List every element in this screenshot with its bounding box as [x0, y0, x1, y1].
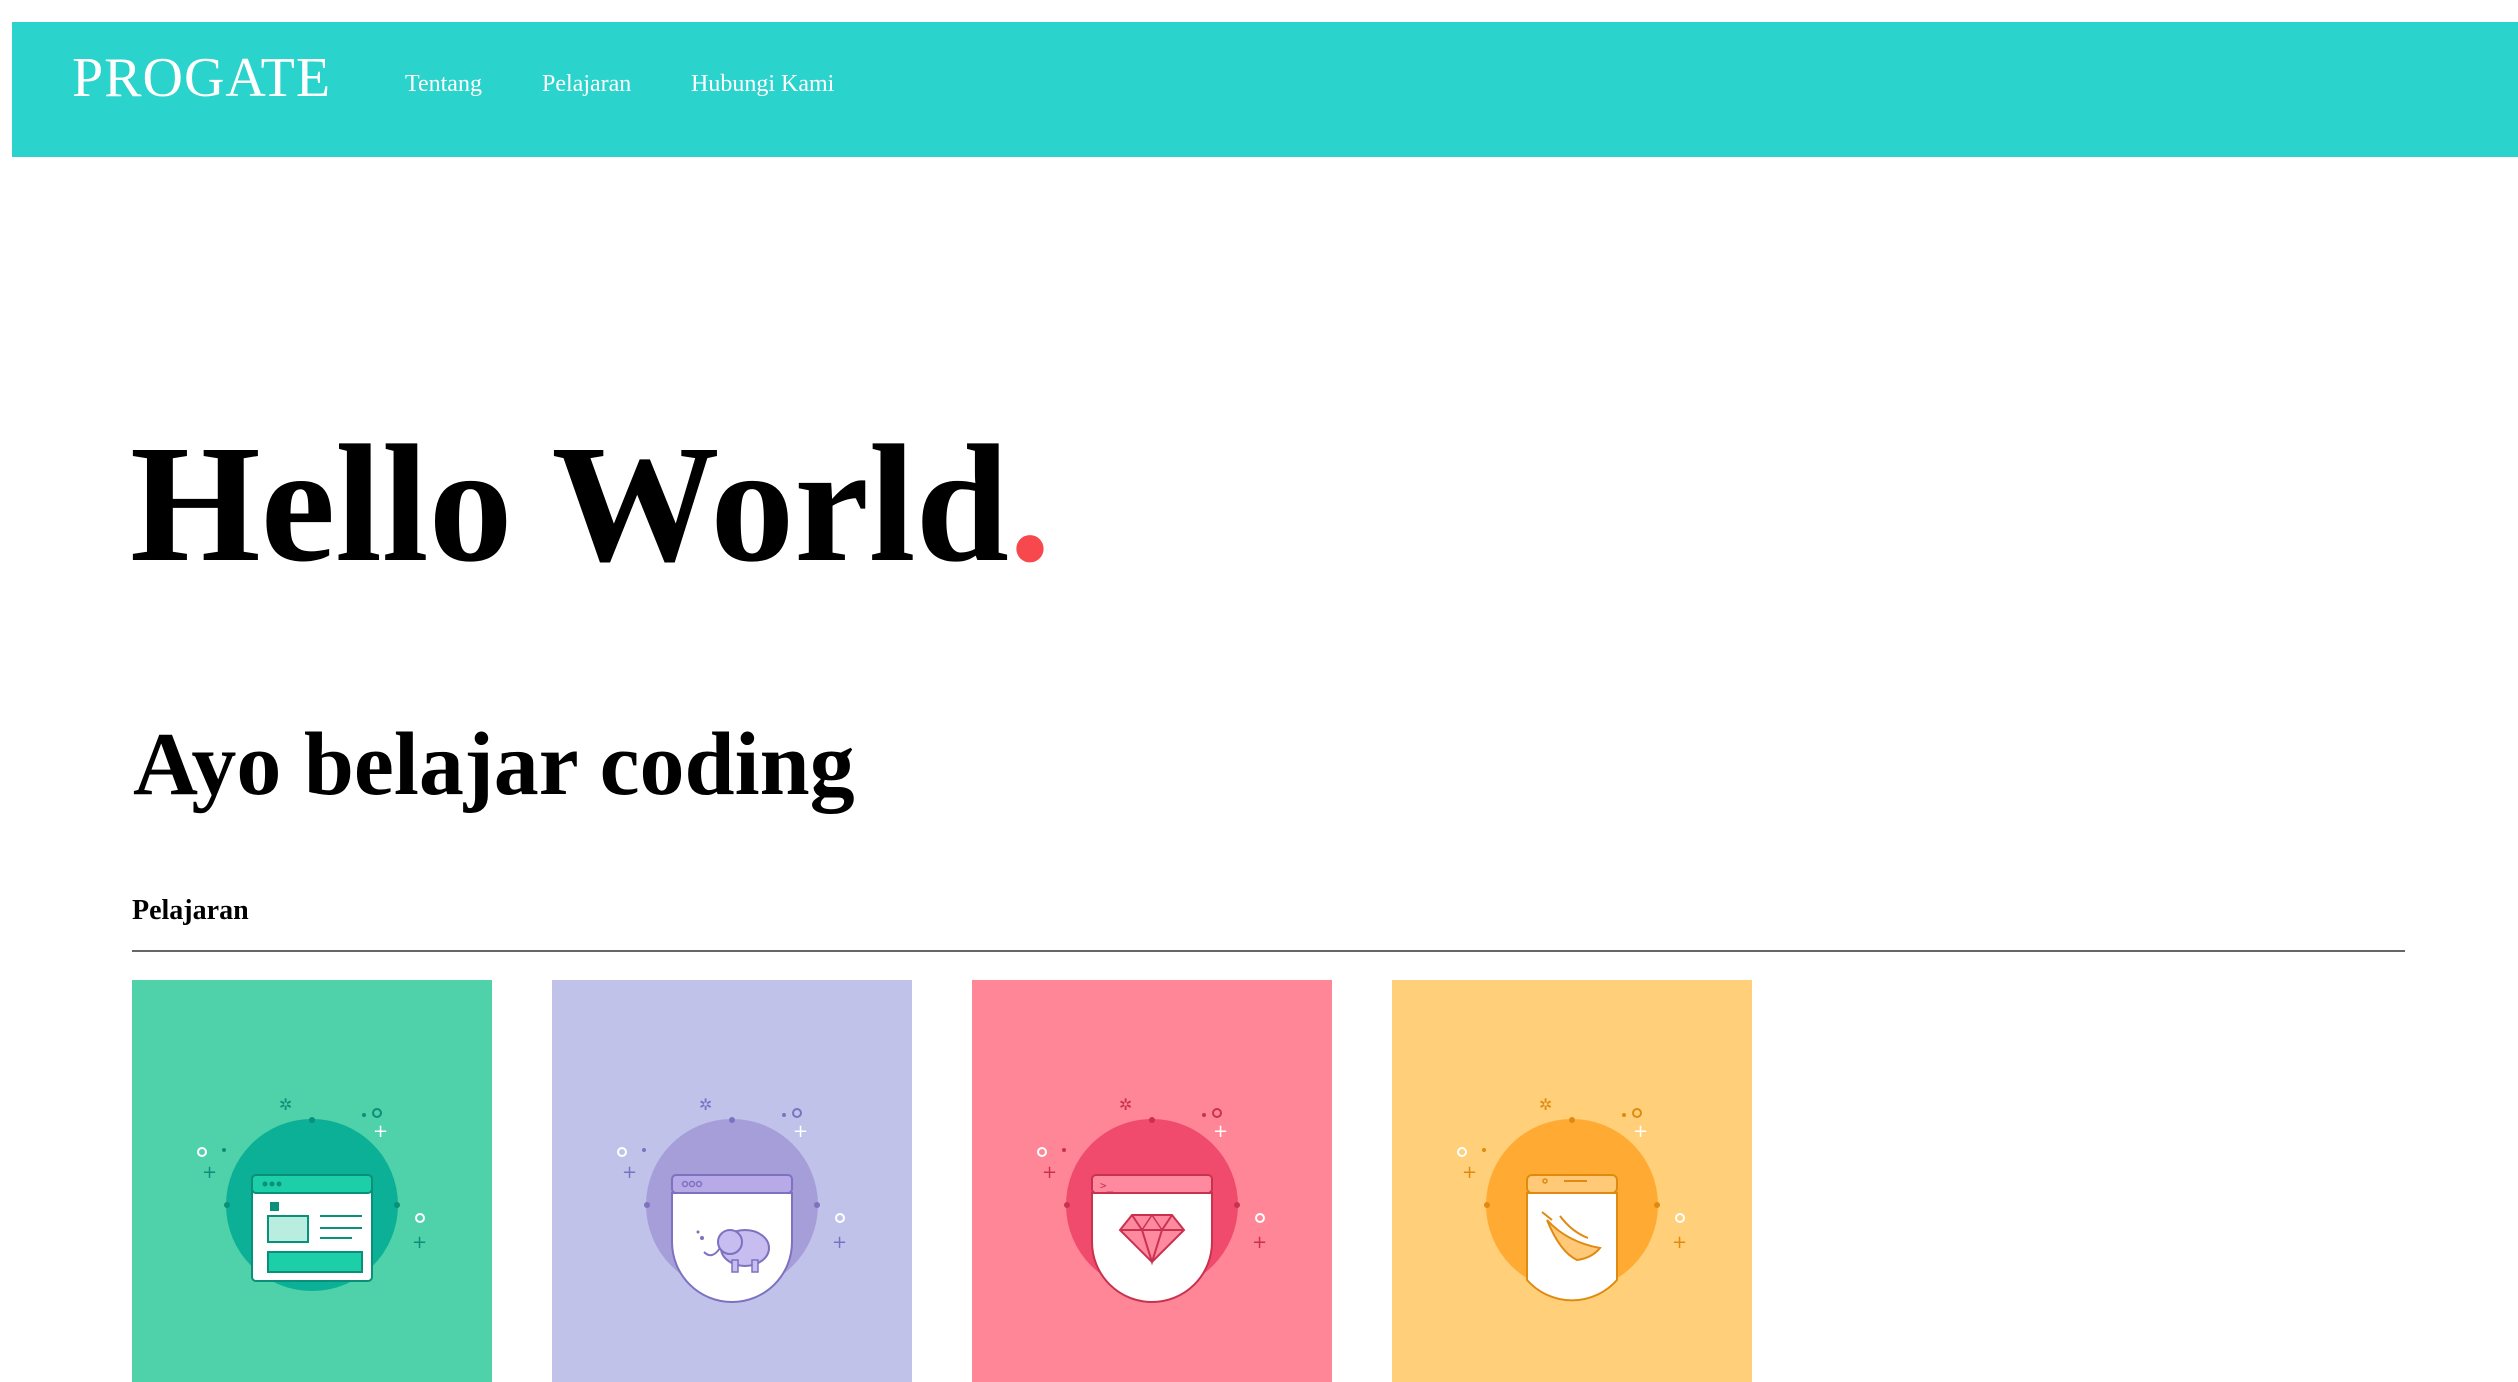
site-logo[interactable]: PROGATE [72, 50, 331, 106]
lesson-card-html[interactable]: ✲ + + + [132, 980, 492, 1382]
svg-text:+: + [793, 1121, 808, 1142]
hero-title-dot: . [1008, 411, 1051, 597]
svg-text:+: + [832, 1232, 847, 1253]
svg-text:+: + [1462, 1162, 1477, 1183]
nav-link-hubungi-kami[interactable]: Hubungi Kami [691, 72, 834, 96]
swift-icon: ✲ + + + [1392, 980, 1752, 1382]
svg-text:+: + [373, 1121, 388, 1142]
lesson-card-php[interactable]: ✲ + + + [552, 980, 912, 1382]
svg-text:>_: >_ [1100, 1179, 1114, 1192]
nav-link-tentang[interactable]: Tentang [405, 72, 482, 96]
svg-text:+: + [622, 1162, 637, 1183]
svg-text:+: + [1633, 1121, 1648, 1142]
svg-text:+: + [1213, 1121, 1228, 1142]
hero-subtitle: Ayo belajar coding [133, 715, 855, 814]
hero-title: Hello World. [130, 420, 1051, 588]
svg-text:✲: ✲ [279, 1095, 292, 1114]
ruby-gem-icon: ✲ + + + >_ [972, 980, 1332, 1382]
lessons-divider [132, 950, 2405, 952]
nav-link-pelajaran[interactable]: Pelajaran [542, 72, 631, 96]
svg-text:+: + [1672, 1232, 1687, 1253]
svg-text:+: + [202, 1162, 217, 1183]
lesson-card-swift[interactable]: ✲ + + + [1392, 980, 1752, 1382]
svg-text:✲: ✲ [699, 1095, 712, 1114]
svg-text:✲: ✲ [1119, 1095, 1132, 1114]
svg-text:+: + [1042, 1162, 1057, 1183]
svg-text:+: + [412, 1232, 427, 1253]
lessons-heading: Pelajaran [132, 895, 249, 926]
svg-text:+: + [1252, 1232, 1267, 1253]
html-css-icon: ✲ + + + [132, 980, 492, 1382]
lesson-card-ruby[interactable]: ✲ + + + >_ [972, 980, 1332, 1382]
hero-title-text: Hello World [130, 411, 1009, 597]
svg-text:✲: ✲ [1539, 1095, 1552, 1114]
php-elephant-icon: ✲ + + + [552, 980, 912, 1382]
top-nav-bar: PROGATE Tentang Pelajaran Hubungi Kami [12, 22, 2518, 157]
